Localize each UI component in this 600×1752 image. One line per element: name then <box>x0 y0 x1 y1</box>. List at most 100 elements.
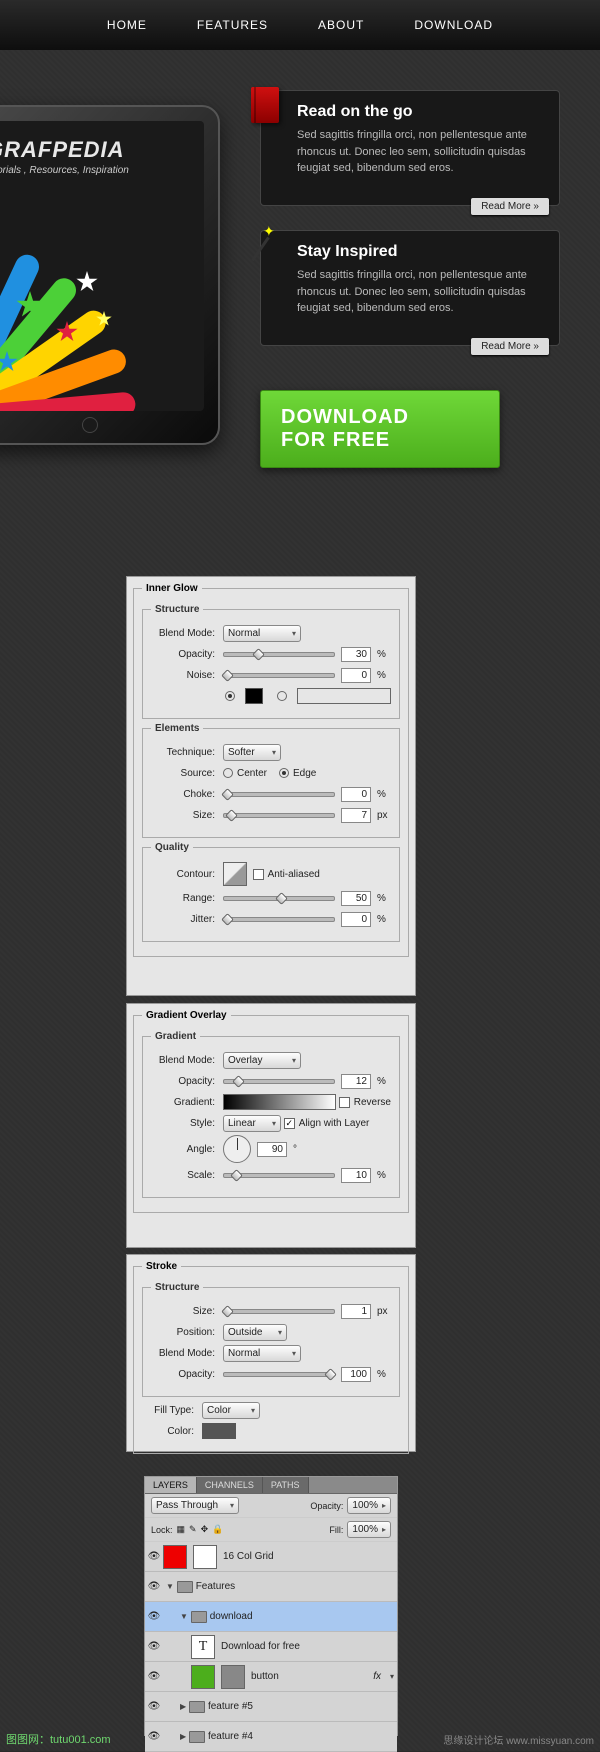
ig-range-slider[interactable] <box>223 891 335 905</box>
wand-icon <box>251 227 279 263</box>
ig-technique-label: Technique: <box>151 747 223 758</box>
lock-transparent-icon[interactable]: ▦ <box>177 1524 186 1535</box>
ig-opacity-label: Opacity: <box>151 649 223 660</box>
read-more-2[interactable]: Read More » <box>471 338 549 355</box>
ig-opacity-value[interactable]: 30 <box>341 647 371 662</box>
dl-line1: DOWNLOAD <box>281 406 499 429</box>
feature-inspired-body: Sed sagittis fringilla orci, non pellent… <box>297 267 543 317</box>
layer-feature4-group[interactable]: 👁▶ feature #4 <box>145 1722 397 1752</box>
ig-color-radio[interactable] <box>225 691 235 701</box>
layer-download-group[interactable]: 👁▼ download <box>145 1602 397 1632</box>
eye-icon[interactable]: 👁 <box>145 1641 163 1652</box>
st-opacity-value[interactable]: 100 <box>341 1367 371 1382</box>
go-align-check[interactable] <box>284 1118 295 1129</box>
eye-icon[interactable]: 👁 <box>145 1731 163 1742</box>
go-gradient-picker[interactable] <box>223 1094 336 1110</box>
layer-features-group[interactable]: 👁▼ Features <box>145 1572 397 1602</box>
eye-icon[interactable]: 👁 <box>145 1611 163 1622</box>
ig-blendmode-select[interactable]: Normal▾ <box>223 625 301 642</box>
ig-antialiased-check[interactable] <box>253 869 264 880</box>
ig-color-swatch[interactable] <box>245 688 263 704</box>
lock-position-icon[interactable]: ✥ <box>201 1524 209 1535</box>
lock-pixels-icon[interactable]: ✎ <box>189 1524 197 1535</box>
layers-mode-select[interactable]: Pass Through▾ <box>151 1497 239 1514</box>
go-opacity-slider[interactable] <box>223 1074 335 1088</box>
folder-icon <box>189 1731 205 1743</box>
st-position-select[interactable]: Outside▾ <box>223 1324 287 1341</box>
download-button[interactable]: DOWNLOAD FOR FREE <box>260 390 500 468</box>
ig-contour-picker[interactable] <box>223 862 247 886</box>
ig-source-edge[interactable] <box>279 768 289 778</box>
layers-tabbar: LAYERS CHANNELS PATHS <box>145 1477 397 1494</box>
st-position-label: Position: <box>151 1327 223 1338</box>
layer-download-text[interactable]: 👁TDownload for free <box>145 1632 397 1662</box>
ig-jitter-value[interactable]: 0 <box>341 912 371 927</box>
go-scale-slider[interactable] <box>223 1168 335 1182</box>
ig-technique-select[interactable]: Softer▾ <box>223 744 281 761</box>
go-blendmode-label: Blend Mode: <box>151 1055 223 1066</box>
ig-choke-value[interactable]: 0 <box>341 787 371 802</box>
ig-quality-legend: Quality <box>151 842 193 853</box>
topbar: HOME FEATURES ABOUT DOWNLOAD <box>0 0 600 50</box>
ig-noise-slider[interactable] <box>223 668 335 682</box>
ig-gradient-strip[interactable] <box>297 688 391 704</box>
nav-download[interactable]: DOWNLOAD <box>414 18 493 32</box>
nav-features[interactable]: FEATURES <box>197 18 268 32</box>
inner-glow-panel: Inner Glow Structure Blend Mode: Normal▾… <box>126 576 416 996</box>
st-size-slider[interactable] <box>223 1304 335 1318</box>
go-scale-value[interactable]: 10 <box>341 1168 371 1183</box>
folder-icon <box>177 1581 193 1593</box>
st-filltype-select[interactable]: Color▾ <box>202 1402 260 1419</box>
go-gradient-legend: Gradient <box>151 1031 200 1042</box>
tab-layers[interactable]: LAYERS <box>145 1477 197 1493</box>
go-angle-wheel[interactable] <box>223 1135 251 1163</box>
fx-icon[interactable]: fx <box>373 1671 381 1682</box>
nav-about[interactable]: ABOUT <box>318 18 364 32</box>
layers-opacity-select[interactable]: 100%▸ <box>347 1497 391 1514</box>
ig-range-value[interactable]: 50 <box>341 891 371 906</box>
layers-fill-label: Fill: <box>329 1525 343 1535</box>
tab-channels[interactable]: CHANNELS <box>197 1477 263 1493</box>
eye-icon[interactable]: 👁 <box>145 1671 163 1682</box>
eye-icon[interactable]: 👁 <box>145 1551 163 1562</box>
go-opacity-value[interactable]: 12 <box>341 1074 371 1089</box>
st-panel-legend: Stroke <box>142 1261 181 1272</box>
go-blendmode-select[interactable]: Overlay▾ <box>223 1052 301 1069</box>
ig-size-label: Size: <box>151 810 223 821</box>
eye-icon[interactable]: 👁 <box>145 1701 163 1712</box>
stroke-panel: Stroke Structure Size: 1px Position: Out… <box>126 1254 416 1452</box>
st-color-swatch[interactable] <box>202 1423 236 1439</box>
ig-size-value[interactable]: 7 <box>341 808 371 823</box>
layer-grid[interactable]: 👁16 Col Grid <box>145 1542 397 1572</box>
ig-gradient-radio[interactable] <box>277 691 287 701</box>
go-scale-label: Scale: <box>151 1170 223 1181</box>
go-angle-value[interactable]: 90 <box>257 1142 287 1157</box>
st-opacity-slider[interactable] <box>223 1367 335 1381</box>
layers-fill-select[interactable]: 100%▸ <box>347 1521 391 1538</box>
ig-noise-value[interactable]: 0 <box>341 668 371 683</box>
st-blendmode-select[interactable]: Normal▾ <box>223 1345 301 1362</box>
book-icon <box>251 87 279 123</box>
layer-feature5-group[interactable]: 👁▶ feature #5 <box>145 1692 397 1722</box>
ig-jitter-slider[interactable] <box>223 912 335 926</box>
st-opacity-label: Opacity: <box>151 1369 223 1380</box>
st-blendmode-label: Blend Mode: <box>151 1348 223 1359</box>
go-style-label: Style: <box>151 1118 223 1129</box>
read-more-1[interactable]: Read More » <box>471 198 549 215</box>
go-style-select[interactable]: Linear▾ <box>223 1115 281 1132</box>
st-size-value[interactable]: 1 <box>341 1304 371 1319</box>
layers-opacity-label: Opacity: <box>310 1501 343 1511</box>
wm-br: 思缘设计论坛 www.missyuan.com <box>443 1732 594 1747</box>
ig-choke-slider[interactable] <box>223 787 335 801</box>
go-reverse-check[interactable] <box>339 1097 350 1108</box>
st-size-label: Size: <box>151 1306 223 1317</box>
layer-button[interactable]: 👁buttonfx▾ <box>145 1662 397 1692</box>
lock-all-icon[interactable]: 🔒 <box>212 1524 223 1535</box>
eye-icon[interactable]: 👁 <box>145 1581 163 1592</box>
nav-home[interactable]: HOME <box>107 18 147 32</box>
ig-opacity-slider[interactable] <box>223 647 335 661</box>
ig-jitter-label: Jitter: <box>151 914 223 925</box>
ig-source-center[interactable] <box>223 768 233 778</box>
tab-paths[interactable]: PATHS <box>263 1477 309 1493</box>
ig-size-slider[interactable] <box>223 808 335 822</box>
